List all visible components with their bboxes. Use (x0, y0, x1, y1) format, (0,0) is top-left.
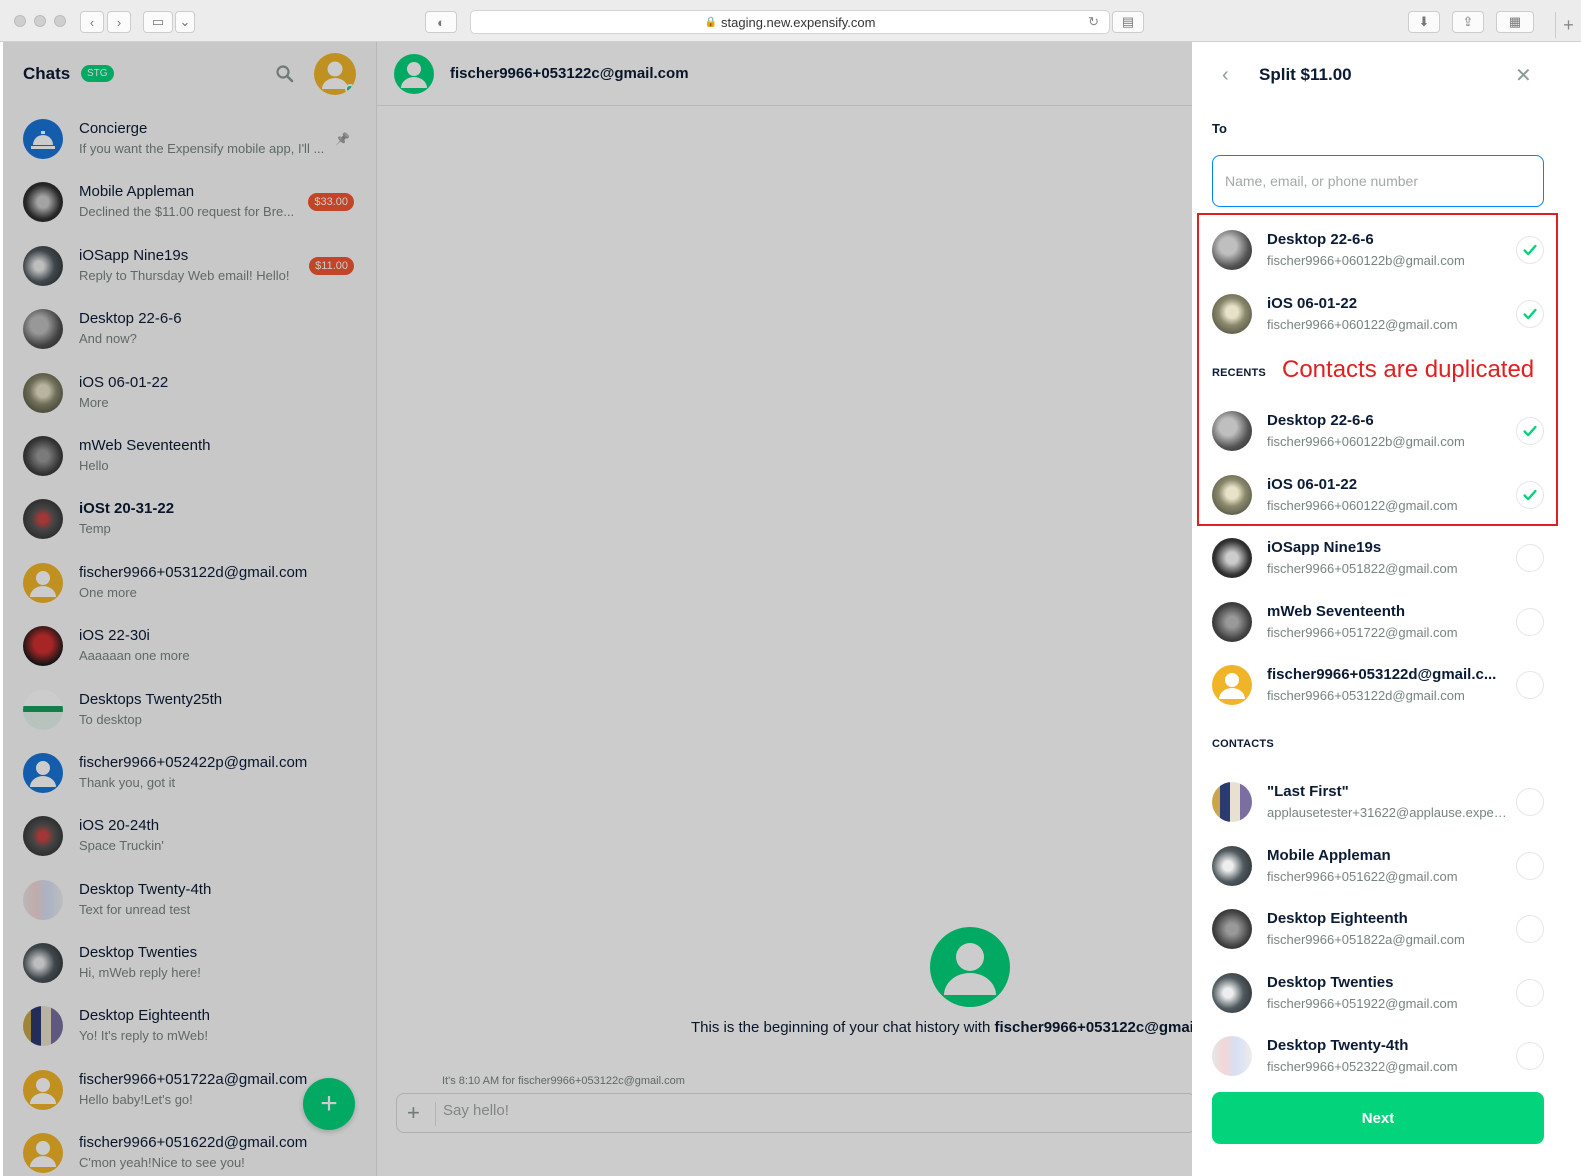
avatar (1212, 909, 1252, 949)
avatar (1212, 538, 1252, 578)
avatar (1212, 845, 1252, 886)
minimize-window-button[interactable] (34, 15, 46, 27)
option-email: fischer9966+051822@gmail.com (1267, 561, 1458, 576)
lock-icon: 🔒 (704, 16, 718, 28)
avatar (1212, 1036, 1252, 1076)
browser-window: ‹ › ▭ ⌄ ◐ 🔒 staging.new.expensify.com ↻ … (0, 0, 1581, 1176)
url-text: staging.new.expensify.com (721, 14, 876, 30)
next-button[interactable]: Next (1212, 1092, 1544, 1144)
option-email: fischer9966+051622@gmail.com (1267, 868, 1458, 884)
option-email: fischer9966+053122d@gmail.com (1267, 688, 1465, 703)
participant-option[interactable]: mWeb Seventeenth fischer9966+051722@gmail… (1192, 591, 1562, 654)
participant-search-input[interactable] (1212, 155, 1544, 207)
unchecked-circle[interactable] (1516, 607, 1544, 636)
option-email: fischer9966+052322@gmail.com (1267, 1059, 1458, 1074)
contacts-section-label: CONTACTS (1212, 738, 1274, 750)
participant-option[interactable]: "Last First" applausetester+31622@applaus… (1192, 771, 1562, 834)
panel-title: Split $11.00 (1259, 65, 1352, 84)
back-icon[interactable]: ‹ (80, 11, 104, 33)
avatar (1212, 665, 1252, 705)
participant-option[interactable]: Desktop Twenty-4th fischer9966+052322@gma… (1192, 1025, 1562, 1088)
option-name: iOSapp Nine19s (1267, 539, 1382, 556)
tab-overview-icon[interactable]: ▦ (1496, 11, 1534, 33)
forward-icon[interactable]: › (107, 11, 131, 33)
option-email: applausetester+31622@applause.expen... (1267, 805, 1510, 820)
sidebar-toggle-icon[interactable]: ▭ (143, 11, 173, 33)
participant-option[interactable]: Desktop Twenties fischer9966+051922@gmail… (1192, 962, 1562, 1025)
annotation-label: Contacts are duplicated (1282, 356, 1535, 383)
unchecked-circle[interactable] (1516, 915, 1544, 943)
download-icon[interactable]: ⬇ (1408, 11, 1440, 33)
browser-toolbar: ‹ › ▭ ⌄ ◐ 🔒 staging.new.expensify.com ↻ … (0, 0, 1581, 42)
address-bar[interactable]: 🔒 staging.new.expensify.com ↻ (470, 10, 1110, 34)
unchecked-circle[interactable] (1516, 1042, 1544, 1070)
reload-icon[interactable]: ↻ (1088, 14, 1099, 30)
avatar (1212, 782, 1252, 822)
participant-option[interactable]: Mobile Appleman fischer9966+051622@gmail.… (1192, 835, 1562, 898)
avatar (1212, 972, 1252, 1013)
unchecked-circle[interactable] (1516, 851, 1544, 880)
unchecked-circle[interactable] (1516, 788, 1544, 816)
chevron-down-icon[interactable]: ⌄ (175, 11, 195, 33)
option-name: Mobile Appleman (1267, 846, 1391, 864)
option-name: Desktop Twenties (1267, 973, 1394, 991)
to-label: To (1212, 121, 1227, 136)
option-name: "Last First" (1267, 783, 1349, 800)
close-window-button[interactable] (14, 15, 26, 27)
participant-option[interactable]: fischer9966+053122d@gmail.c... fischer996… (1192, 654, 1562, 717)
close-icon[interactable]: ✕ (1515, 63, 1532, 88)
participant-option[interactable]: Desktop Eighteenth fischer9966+051822a@gm… (1192, 898, 1562, 961)
option-name: Desktop Eighteenth (1267, 910, 1408, 927)
option-email: fischer9966+051722@gmail.com (1267, 624, 1458, 640)
option-email: fischer9966+051922@gmail.com (1267, 995, 1458, 1011)
unchecked-circle[interactable] (1516, 671, 1544, 699)
option-name: fischer9966+053122d@gmail.c... (1267, 666, 1497, 683)
option-name: mWeb Seventeenth (1267, 602, 1406, 620)
share-icon[interactable]: ⇪ (1452, 11, 1484, 33)
back-arrow-icon[interactable]: ‹ (1222, 64, 1229, 87)
option-name: Desktop Twenty-4th (1267, 1037, 1409, 1054)
modal-backdrop[interactable] (3, 42, 1192, 1176)
privacy-shield-icon[interactable]: ◐ (425, 11, 457, 33)
unchecked-circle[interactable] (1516, 978, 1544, 1007)
new-tab-icon[interactable]: + (1555, 12, 1581, 38)
option-email: fischer9966+051822a@gmail.com (1267, 932, 1465, 947)
reader-icon[interactable]: ▤ (1112, 11, 1144, 33)
avatar (1212, 601, 1252, 642)
unchecked-circle[interactable] (1516, 544, 1544, 572)
zoom-window-button[interactable] (54, 15, 66, 27)
participant-option[interactable]: iOSapp Nine19s fischer9966+051822@gmail.c… (1192, 527, 1562, 590)
